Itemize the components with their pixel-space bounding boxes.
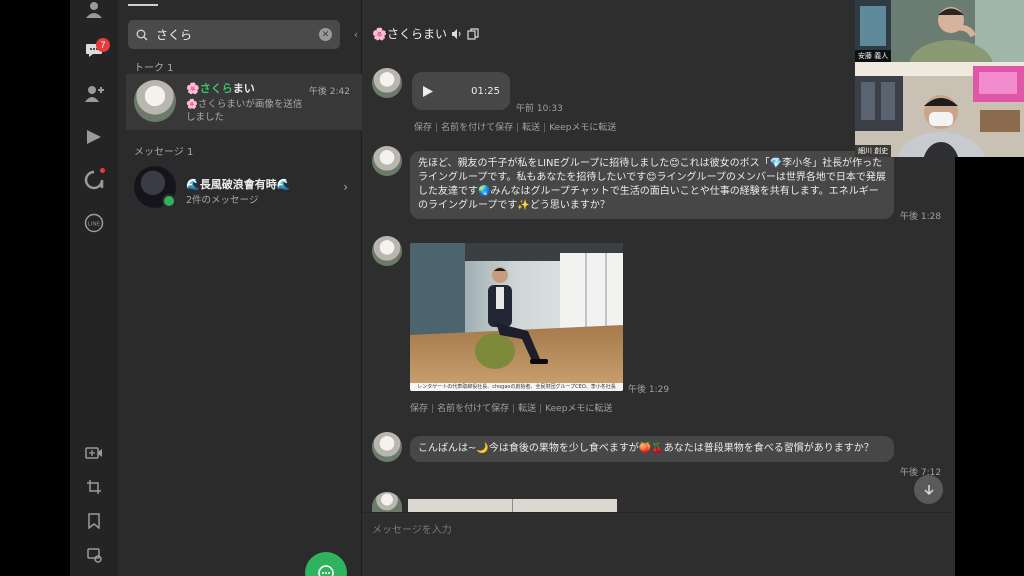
profile-icon[interactable]: [82, 0, 106, 21]
chat-preview: 🌸さくらまいが画像を送信しました: [186, 99, 303, 123]
line-icon[interactable]: LINE: [82, 211, 106, 235]
image-message[interactable]: レンタゲートの代表取締役社長、chogaoの創始者、全民財団グループCEO、李小…: [410, 243, 623, 391]
keep-link[interactable]: Keepメモに転送: [545, 404, 612, 414]
clear-search-icon[interactable]: ✕: [319, 28, 332, 41]
add-friend-icon[interactable]: [82, 82, 106, 106]
avatar: [134, 80, 176, 122]
sound-on-icon[interactable]: [451, 28, 463, 40]
message-time: 午前 10:33: [516, 104, 563, 114]
chat-list-panel: さくら ✕ ‹ トーク 1 🌸さくらまい 🌸さくらまいが画像を送信しました 午後…: [118, 0, 362, 576]
video-tile-top: 安藤 義人: [855, 0, 1024, 62]
search-icon: [136, 29, 148, 41]
message-input[interactable]: メッセージを入力: [372, 521, 452, 536]
collapse-panel-icon[interactable]: ‹: [350, 24, 362, 44]
scroll-to-bottom-button[interactable]: [914, 475, 943, 504]
participant-name-top: 安藤 義人: [855, 50, 892, 62]
chat-bubble-icon: [318, 565, 334, 576]
svg-text:LINE: LINE: [88, 222, 101, 228]
sender-avatar[interactable]: [372, 68, 402, 98]
message-bubble[interactable]: 先ほど、親友の千子が私をLINEグループに招待しました😊これは彼女のボス「💎李小…: [410, 151, 894, 219]
settings-icon[interactable]: [82, 543, 106, 567]
notification-dot: [100, 168, 105, 173]
group-status-icon: [162, 194, 176, 208]
sender-avatar[interactable]: [372, 146, 402, 176]
message-time: 午後 1:29: [628, 385, 670, 395]
forward-link[interactable]: 転送: [522, 123, 540, 133]
voice-duration: 01:25: [471, 85, 500, 97]
photo-man-in-office: [410, 243, 623, 391]
save-link[interactable]: 保存: [414, 123, 432, 133]
message-actions: 保存 | 名前を付けて保存 | 転送 | Keepメモに転送: [414, 123, 617, 133]
message-time: 午後 1:28: [900, 212, 942, 222]
crop-icon[interactable]: [82, 475, 106, 499]
left-letterbox: [0, 0, 70, 576]
forward-link[interactable]: 転送: [518, 404, 536, 414]
sender-avatar[interactable]: [372, 492, 402, 512]
sender-avatar[interactable]: [372, 236, 402, 266]
chat-title: 🌸さくらまい: [372, 25, 479, 42]
voom-icon[interactable]: [82, 125, 106, 149]
keep-bookmark-icon[interactable]: [82, 509, 106, 533]
participant-name-bottom: 細川 創史: [855, 145, 892, 157]
composer-divider: [362, 512, 955, 513]
play-icon[interactable]: [422, 85, 434, 98]
image-caption: レンタゲートの代表取締役社長、chogaoの創始者、全民財団グループCEO、李小…: [410, 383, 623, 391]
message-actions: 保存 | 名前を付けて保存 | 転送 | Keepメモに転送: [410, 404, 613, 414]
messages-section-label: メッセージ 1: [134, 147, 194, 158]
keep-link[interactable]: Keepメモに転送: [549, 123, 616, 133]
image-message-partial[interactable]: [408, 499, 617, 512]
chat-name: 🌊長風破浪會有時🌊: [186, 178, 291, 191]
new-chat-button[interactable]: [305, 552, 347, 576]
talk-section-label: トーク 1: [134, 63, 174, 74]
voice-message[interactable]: 01:25: [412, 72, 510, 110]
message-bubble[interactable]: こんばんは~🌙今は食後の果物を少し食べますが🍑🍒あなたは普段果物を食べる習慣があ…: [410, 436, 894, 462]
video-tile-bottom: 細川 創史: [855, 62, 1024, 157]
arrow-down-icon: [923, 484, 934, 495]
save-link[interactable]: 保存: [410, 404, 428, 414]
video-call-icon[interactable]: [82, 441, 106, 465]
sender-avatar[interactable]: [372, 432, 402, 462]
search-input[interactable]: さくら: [156, 26, 319, 43]
active-tab-indicator: [128, 4, 158, 6]
search-field[interactable]: さくら ✕: [128, 20, 340, 49]
chat-preview: 2件のメッセージ: [186, 195, 259, 206]
unread-badge: 7: [96, 38, 110, 52]
video-feed-bottom: [855, 62, 1024, 157]
chat-list-item-sakura[interactable]: 🌸さくらまい 🌸さくらまいが画像を送信しました 午後 2:42: [126, 74, 362, 130]
chat-time: 午後 2:42: [308, 87, 350, 97]
save-as-link[interactable]: 名前を付けて保存: [437, 404, 509, 414]
icon-rail: 7 LINE: [70, 0, 118, 576]
save-as-link[interactable]: 名前を付けて保存: [441, 123, 513, 133]
chat-list-item-group[interactable]: 🌊長風破浪會有時🌊 2件のメッセージ ›: [126, 160, 362, 216]
chevron-right-icon: ›: [343, 180, 348, 194]
copy-icon[interactable]: [467, 27, 479, 40]
